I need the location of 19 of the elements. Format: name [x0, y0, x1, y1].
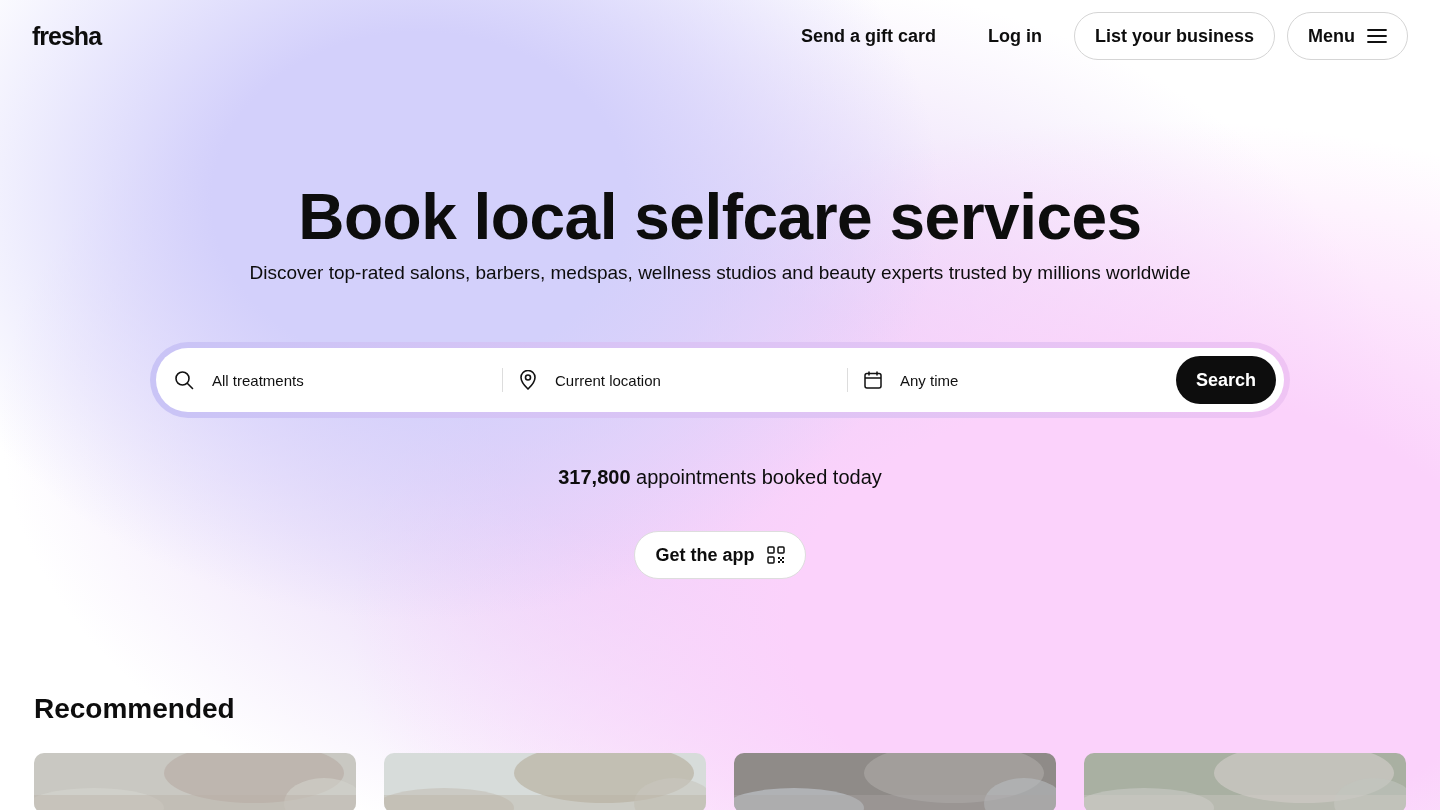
qr-code-icon — [766, 546, 785, 564]
list-business-button[interactable]: List your business — [1073, 12, 1275, 60]
appointments-counter: 317,800 appointments booked today — [558, 466, 882, 489]
hero-title: Book local selfcare services — [298, 184, 1142, 250]
search-field[interactable]: Any time — [897, 370, 1142, 390]
menu-button[interactable]: Menu — [1287, 12, 1408, 60]
nav-link[interactable]: Log in — [967, 25, 1062, 47]
menu-icon — [1367, 28, 1387, 44]
get-app-button[interactable]: Get the app — [634, 531, 806, 579]
logo[interactable]: fresha — [32, 21, 102, 51]
search-button[interactable]: Search — [1175, 356, 1276, 404]
calendar-icon — [863, 371, 882, 389]
search-field[interactable]: All treatments — [210, 370, 454, 390]
search-field[interactable]: Current location — [553, 370, 797, 390]
hero-subtitle: Discover top-rated salons, barbers, medspas, wellness studios and beauty experts trusted by millions worldwide — [249, 262, 1191, 284]
search-icon — [174, 370, 194, 390]
nav-link[interactable]: Send a gift card — [780, 25, 956, 47]
location-pin-icon — [519, 370, 537, 390]
section-title: Recommended — [34, 693, 236, 725]
